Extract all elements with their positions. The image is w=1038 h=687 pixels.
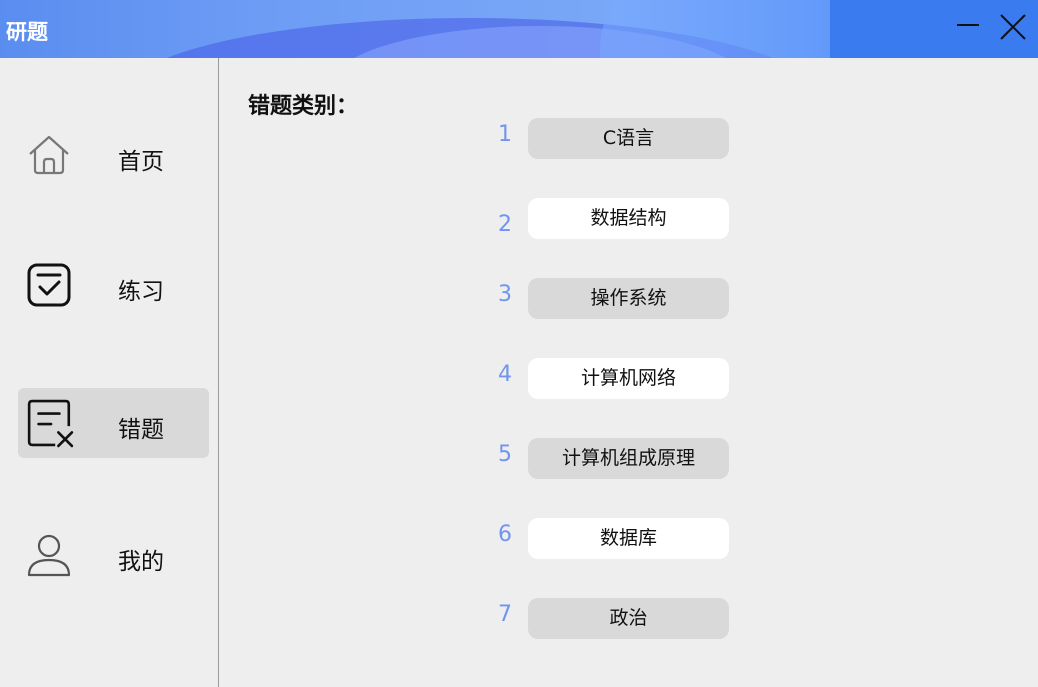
app-title: 研题: [6, 20, 48, 44]
sidebar-item-mine[interactable]: 我的: [18, 520, 209, 590]
category-number: 2: [498, 212, 512, 237]
sidebar-item-wrong-questions[interactable]: 错题: [18, 388, 209, 458]
category-number: 6: [498, 522, 512, 547]
sidebar-item-home[interactable]: 首页: [18, 120, 209, 190]
category-button-database[interactable]: 数据库: [528, 518, 729, 559]
sidebar-item-practice[interactable]: 练习: [18, 250, 209, 320]
category-button-operating-systems[interactable]: 操作系统: [528, 278, 729, 319]
home-icon: [29, 135, 69, 175]
sidebar-item-label: 我的: [118, 549, 164, 575]
sidebar: 首页 练习 错题 我的: [0, 58, 219, 687]
sidebar-item-label: 错题: [118, 417, 164, 443]
wrong-question-icon: [27, 399, 74, 448]
close-icon: [1000, 14, 1026, 40]
category-number: 3: [498, 282, 512, 307]
title-bar-decoration: [600, 0, 860, 58]
category-button-c-language[interactable]: C语言: [528, 118, 729, 159]
section-title: 错题类别：: [248, 94, 359, 119]
category-button-data-structures[interactable]: 数据结构: [528, 198, 729, 239]
sidebar-item-label: 首页: [118, 149, 164, 175]
close-button[interactable]: [994, 8, 1034, 48]
category-button-politics[interactable]: 政治: [528, 598, 729, 639]
category-number: 7: [498, 602, 512, 627]
minimize-button[interactable]: [948, 8, 988, 48]
category-number: 1: [498, 122, 512, 147]
main-panel: 错题类别： 1 C语言 2 数据结构 3 操作系统 4 计算机网络 5 计算机组…: [220, 58, 1038, 687]
title-bar: 研题: [0, 0, 1038, 58]
sidebar-item-label: 练习: [118, 279, 164, 305]
category-button-computer-organization[interactable]: 计算机组成原理: [528, 438, 729, 479]
category-number: 5: [498, 442, 512, 467]
checkbox-icon: [27, 263, 71, 307]
category-button-computer-networks[interactable]: 计算机网络: [528, 358, 729, 399]
category-number: 4: [498, 362, 512, 387]
user-icon: [27, 534, 71, 577]
